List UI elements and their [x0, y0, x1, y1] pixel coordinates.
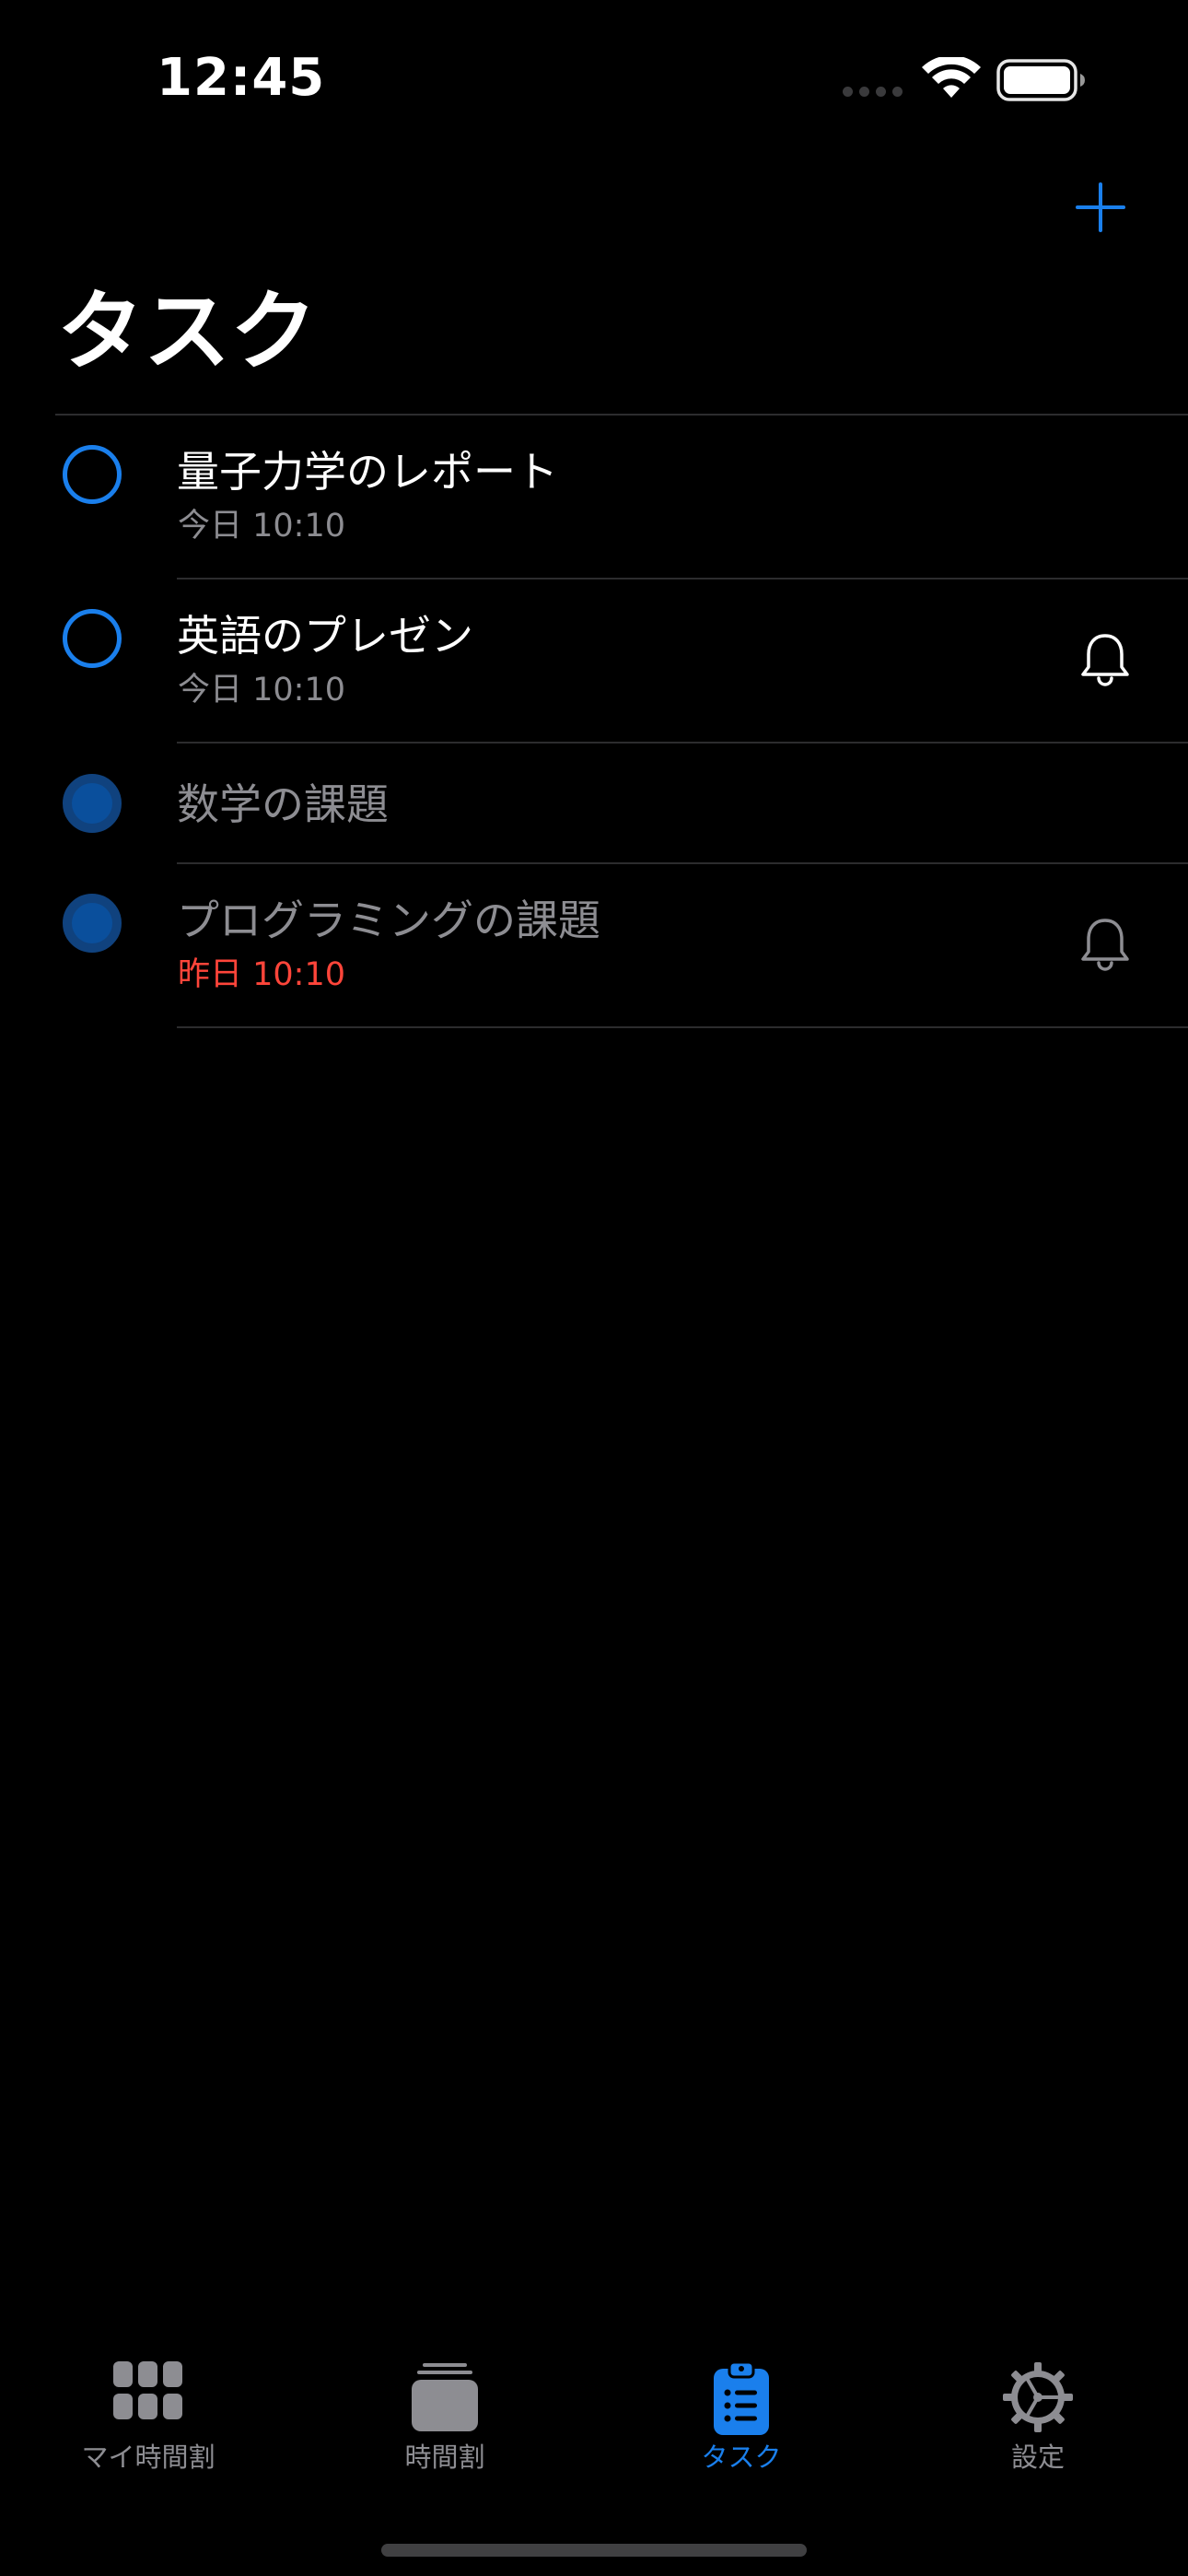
gear-icon — [1003, 2362, 1073, 2432]
tab-my-timetable[interactable]: マイ時間割 — [0, 2345, 297, 2483]
task-due-date-overdue: 昨日 10:10 — [178, 956, 345, 993]
task-title: 英語のプレゼン — [177, 611, 473, 661]
bell-icon — [1081, 634, 1129, 686]
grid-icon — [113, 2361, 182, 2419]
stack-icon — [412, 2363, 478, 2431]
page-title: タスク — [57, 282, 318, 382]
tab-bar: マイ時間割 時間割 タスク 設定 — [0, 2345, 1188, 2511]
add-task-button[interactable] — [1068, 175, 1133, 240]
tab-label: タスク — [701, 2441, 782, 2473]
tab-settings[interactable]: 設定 — [890, 2345, 1186, 2483]
tab-tasks[interactable]: タスク — [593, 2345, 890, 2483]
home-indicator — [381, 2544, 807, 2557]
task-title: 数学の課題 — [177, 779, 389, 829]
task-checkbox[interactable] — [63, 609, 122, 668]
status-bar: 12:45 — [0, 0, 1188, 157]
task-checkbox[interactable] — [63, 445, 122, 504]
task-due-date: 今日 10:10 — [178, 672, 345, 708]
tab-label: マイ時間割 — [81, 2441, 215, 2473]
plus-icon — [1076, 182, 1125, 232]
wifi-icon — [922, 57, 981, 98]
bell-icon — [1081, 919, 1129, 971]
tab-label: 時間割 — [404, 2441, 485, 2473]
task-list: 量子力学のレポート 今日 10:10 英語のプレゼン 今日 10:10 数学の課… — [0, 416, 1188, 1028]
tab-label: 設定 — [1010, 2441, 1065, 2473]
task-row[interactable]: 量子力学のレポート 今日 10:10 — [0, 416, 1188, 580]
battery-icon — [996, 59, 1085, 101]
row-divider — [177, 1026, 1188, 1028]
clipboard-list-icon — [714, 2361, 769, 2435]
task-row[interactable]: プログラミングの課題 昨日 10:10 — [0, 864, 1188, 1028]
tab-timetable[interactable]: 時間割 — [297, 2345, 593, 2483]
cellular-signal-icon — [843, 87, 903, 97]
task-row[interactable]: 英語のプレゼン 今日 10:10 — [0, 580, 1188, 744]
status-time: 12:45 — [157, 48, 326, 108]
task-due-date: 今日 10:10 — [178, 508, 345, 544]
task-title: プログラミングの課題 — [177, 896, 600, 945]
task-checkbox-completed[interactable] — [63, 894, 122, 953]
task-title: 量子力学のレポート — [177, 447, 558, 497]
task-checkbox-completed[interactable] — [63, 774, 122, 833]
task-row[interactable]: 数学の課題 — [0, 744, 1188, 864]
